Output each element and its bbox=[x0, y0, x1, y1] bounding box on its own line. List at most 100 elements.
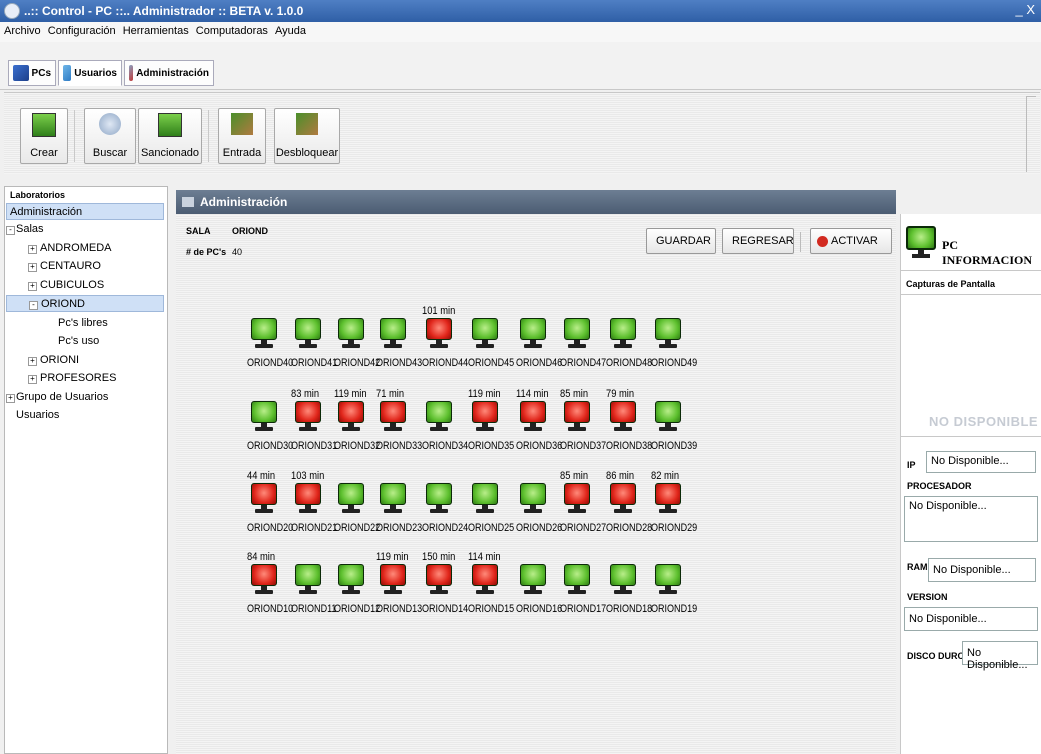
pc-monitor-icon[interactable] bbox=[608, 318, 638, 348]
pc-monitor-icon[interactable] bbox=[336, 483, 366, 513]
pc-monitor-icon[interactable] bbox=[378, 401, 408, 431]
pc-name-label: ORIOND17 bbox=[560, 603, 607, 615]
expand-icon[interactable]: + bbox=[28, 263, 37, 272]
pc-monitor-icon[interactable] bbox=[424, 318, 454, 348]
tree-item-pcs-libres[interactable]: Pc's libres bbox=[44, 315, 164, 332]
pc-base bbox=[384, 344, 402, 348]
pc-monitor-icon[interactable] bbox=[562, 483, 592, 513]
collapse-icon[interactable]: - bbox=[29, 301, 38, 310]
pc-monitor-icon[interactable] bbox=[424, 564, 454, 594]
pc-monitor-icon[interactable] bbox=[518, 564, 548, 594]
pc-monitor-icon[interactable] bbox=[608, 564, 638, 594]
expand-icon[interactable]: + bbox=[28, 375, 37, 384]
main-header: Administración bbox=[176, 190, 896, 214]
tree-item-centauro-label: CENTAURO bbox=[40, 260, 101, 272]
pc-monitor-icon[interactable] bbox=[293, 564, 323, 594]
pc-monitor-icon[interactable] bbox=[562, 564, 592, 594]
pc-monitor-icon[interactable] bbox=[378, 483, 408, 513]
pc-screen bbox=[520, 564, 546, 586]
pc-monitor-icon[interactable] bbox=[336, 564, 366, 594]
tree-item-usuarios[interactable]: Usuarios bbox=[6, 407, 160, 424]
menu-ayuda[interactable]: Ayuda bbox=[273, 22, 308, 37]
procesador-field[interactable]: No Disponible... bbox=[904, 496, 1038, 542]
pc-screen bbox=[610, 401, 636, 423]
tree-item-pcs-uso[interactable]: Pc's uso bbox=[44, 333, 164, 350]
pc-base bbox=[568, 509, 586, 513]
pc-usage-time: 83 min bbox=[291, 388, 320, 400]
tree-item-grupo-usuarios[interactable]: + Grupo de Usuarios bbox=[6, 389, 160, 406]
pc-monitor-icon[interactable] bbox=[424, 401, 454, 431]
pc-monitor-icon[interactable] bbox=[378, 318, 408, 348]
expand-icon[interactable]: + bbox=[28, 357, 37, 366]
entrada-button[interactable]: Entrada bbox=[218, 108, 266, 164]
pc-monitor-icon[interactable] bbox=[470, 318, 500, 348]
desbloquear-button[interactable]: Desbloquear bbox=[274, 108, 340, 164]
pc-monitor-icon[interactable] bbox=[562, 401, 592, 431]
pc-monitor-icon[interactable] bbox=[336, 401, 366, 431]
pcs-count-label: # de PC's bbox=[186, 247, 227, 257]
tree-item-andromeda[interactable]: + ANDROMEDA bbox=[22, 240, 164, 257]
ram-field[interactable]: No Disponible... bbox=[928, 558, 1036, 582]
procesador-label: PROCESADOR bbox=[907, 481, 972, 491]
tree-item-salas[interactable]: - Salas bbox=[6, 221, 160, 238]
pc-monitor-icon[interactable] bbox=[653, 564, 683, 594]
pc-monitor-icon[interactable] bbox=[293, 318, 323, 348]
pc-monitor-icon[interactable] bbox=[470, 483, 500, 513]
disco-field[interactable]: No Disponible... bbox=[962, 641, 1038, 671]
collapse-icon[interactable]: - bbox=[6, 226, 15, 235]
pc-monitor-icon[interactable] bbox=[249, 483, 279, 513]
pc-monitor-icon[interactable] bbox=[424, 483, 454, 513]
activar-button[interactable]: ACTIVAR bbox=[810, 228, 892, 254]
expand-icon[interactable]: + bbox=[6, 394, 15, 403]
pc-monitor-icon[interactable] bbox=[653, 318, 683, 348]
pc-name-label: ORIOND15 bbox=[468, 603, 515, 615]
pc-monitor-icon[interactable] bbox=[518, 401, 548, 431]
pc-monitor-icon[interactable] bbox=[518, 483, 548, 513]
window-controls[interactable]: _ X bbox=[1015, 2, 1035, 17]
menu-herramientas[interactable]: Herramientas bbox=[121, 22, 191, 37]
pc-name-label: ORIOND28 bbox=[606, 522, 653, 534]
ip-field[interactable]: No Disponible... bbox=[926, 451, 1036, 473]
tree-item-oriond[interactable]: - ORIOND bbox=[6, 295, 164, 312]
tree-item-cubiculos[interactable]: + CUBICULOS bbox=[22, 277, 164, 294]
regresar-button[interactable]: REGRESAR bbox=[722, 228, 794, 254]
tree-item-administracion[interactable]: Administración bbox=[6, 203, 164, 220]
pc-monitor-icon[interactable] bbox=[470, 564, 500, 594]
tab-administracion[interactable]: Administración bbox=[124, 60, 214, 86]
guardar-button[interactable]: GUARDAR bbox=[646, 228, 716, 254]
tree-item-orioni[interactable]: + ORIONI bbox=[22, 352, 164, 369]
pc-monitor-icon[interactable] bbox=[518, 318, 548, 348]
pc-monitor-icon[interactable] bbox=[249, 401, 279, 431]
pc-monitor-icon[interactable] bbox=[249, 318, 279, 348]
admin-icon bbox=[129, 65, 134, 81]
pc-monitor-icon[interactable] bbox=[470, 401, 500, 431]
pc-name-label: ORIOND13 bbox=[376, 603, 423, 615]
tree-item-profesores[interactable]: + PROFESORES bbox=[22, 370, 164, 387]
version-field[interactable]: No Disponible... bbox=[904, 607, 1038, 631]
pc-monitor-icon[interactable] bbox=[336, 318, 366, 348]
pc-monitor-icon[interactable] bbox=[293, 483, 323, 513]
pc-monitor-icon[interactable] bbox=[653, 483, 683, 513]
tab-pcs[interactable]: PCs bbox=[8, 60, 56, 86]
pc-monitor-icon[interactable] bbox=[378, 564, 408, 594]
expand-icon[interactable]: + bbox=[28, 282, 37, 291]
menu-configuracion[interactable]: Configuración bbox=[46, 22, 118, 37]
pc-monitor-icon[interactable] bbox=[293, 401, 323, 431]
pc-monitor-icon[interactable] bbox=[562, 318, 592, 348]
sancionado-button[interactable]: Sancionado bbox=[138, 108, 202, 164]
tree-item-centauro[interactable]: + CENTAURO bbox=[22, 258, 164, 275]
pc-name-label: ORIOND37 bbox=[560, 440, 607, 452]
crear-button[interactable]: Crear bbox=[20, 108, 68, 164]
tab-usuarios[interactable]: Usuarios bbox=[58, 60, 122, 86]
pc-base bbox=[659, 427, 677, 431]
buscar-button[interactable]: Buscar bbox=[84, 108, 136, 164]
expand-icon[interactable]: + bbox=[28, 245, 37, 254]
pc-monitor-icon[interactable] bbox=[608, 401, 638, 431]
disco-label: DISCO DURO bbox=[907, 651, 965, 661]
menu-archivo[interactable]: Archivo bbox=[0, 22, 43, 37]
menu-computadoras[interactable]: Computadoras bbox=[194, 22, 270, 37]
pc-monitor-icon[interactable] bbox=[249, 564, 279, 594]
pc-monitor-icon[interactable] bbox=[608, 483, 638, 513]
pc-name-label: ORIOND24 bbox=[422, 522, 469, 534]
pc-monitor-icon[interactable] bbox=[653, 401, 683, 431]
